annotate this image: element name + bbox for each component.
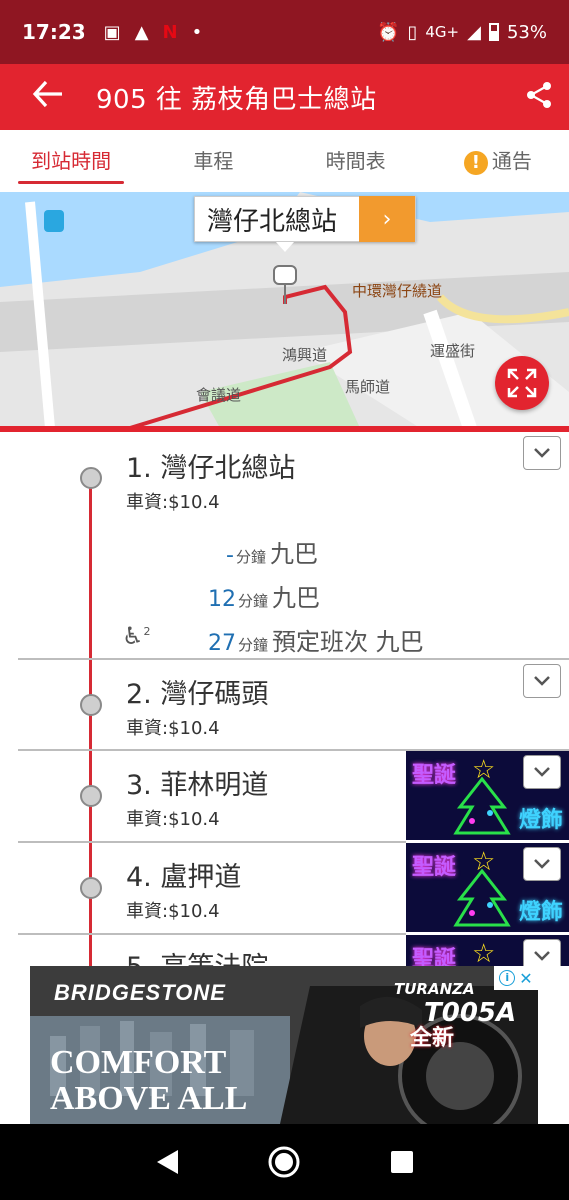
dot-icon: • [191, 21, 203, 43]
stop-item[interactable]: 1. 灣仔北總站 車資:$10.4 - 分鐘 九巴 12 分鐘 九巴 ♿2 27 分鐘 預定… [0, 432, 569, 660]
ad-brand: BRIDGESTONE [54, 980, 226, 1005]
eta-row: - 分鐘 九巴 [226, 534, 318, 569]
stop-dot [80, 694, 102, 716]
stop-fare: 車資:$10.4 [126, 718, 220, 739]
vibrate-icon: ▯ [407, 21, 418, 43]
eta-row: 27 分鐘 預定班次 九巴 [208, 622, 424, 657]
eta-operator: 九巴 [272, 584, 321, 612]
ad-text: 聖誕 [412, 947, 457, 966]
tab-label: 時間表 [325, 149, 386, 173]
adchoices-icon[interactable]: i ✕ [494, 966, 538, 990]
eta-operator: 九巴 [269, 540, 318, 568]
ad-new-tag: 全新 [410, 1026, 455, 1051]
chevron-down-icon[interactable] [523, 664, 561, 698]
page-title: 905 往 荔枝角巴士總站 [96, 84, 377, 115]
star-icon: ☆ [472, 939, 496, 966]
back-triangle-icon[interactable] [154, 1148, 180, 1176]
status-bar: 17:23 ▣ ▲ N • ⏰ ▯ 4G+ ◢ 53% [0, 0, 569, 64]
close-icon[interactable]: ✕ [519, 969, 532, 988]
navigation-bar [0, 1124, 569, 1200]
callout-pointer [276, 242, 294, 252]
christmas-tree-icon [453, 869, 511, 927]
signal-icon: ◢ [467, 21, 481, 43]
ad-text: 聖誕 [412, 763, 457, 788]
eta-minutes: 12 [208, 587, 236, 612]
eta-unit: 分鐘 [238, 636, 269, 654]
stop-item[interactable]: 3. 菲林明道 車資:$10.4 聖誕 ☆ 燈飾 [0, 751, 569, 841]
stop-callout[interactable]: 灣仔北總站 › [194, 196, 417, 242]
stop-dot [80, 877, 102, 899]
stop-name: 2. 灣仔碼頭 [126, 679, 269, 710]
alarm-icon: ⏰ [377, 21, 400, 43]
directions-icon[interactable]: › [359, 196, 416, 242]
stop-fare: 車資:$10.4 [126, 901, 220, 922]
ad-text: 燈飾 [518, 808, 563, 833]
info-icon[interactable]: i [499, 970, 516, 986]
map-label: 會議道 [196, 386, 242, 404]
stop-list[interactable]: 1. 灣仔北總站 車資:$10.4 - 分鐘 九巴 12 分鐘 九巴 ♿2 27 分鐘 預定… [0, 432, 569, 966]
battery-percent: 53% [506, 21, 547, 43]
ad-banner[interactable]: BRIDGESTONE COMFORT ABOVE ALL TURANZA T0… [0, 966, 569, 1124]
battery-icon [488, 23, 499, 41]
fullscreen-button[interactable] [495, 356, 549, 410]
ad-text: 燈飾 [518, 900, 563, 925]
stop-item[interactable]: 4. 盧押道 車資:$10.4 聖誕 ☆ 燈飾 [0, 843, 569, 933]
expand-icon [507, 368, 537, 398]
christmas-tree-icon [453, 777, 511, 835]
exclamation-icon: ! [463, 150, 488, 175]
stop-fare: 車資:$10.4 [126, 492, 220, 513]
map-label: 鴻興道 [282, 346, 328, 364]
tab-timetable[interactable]: 時間表 [285, 130, 427, 192]
stop-dot [80, 785, 102, 807]
stop-name: 3. 菲林明道 [126, 770, 269, 801]
network-type: 4G+ [425, 23, 460, 41]
arrow-left-icon[interactable] [0, 78, 96, 116]
stop-fare: 車資:$10.4 [126, 809, 220, 830]
stop-dot [80, 467, 102, 489]
stop-item[interactable]: 2. 灣仔碼頭 車資:$10.4 [0, 660, 569, 750]
stop-item[interactable]: 5. 高等法院 聖誕 ☆ [0, 935, 569, 966]
map-label: 中環灣仔繞道 [352, 282, 443, 300]
share-icon[interactable] [509, 81, 569, 113]
stop-name: 1. 灣仔北總站 [126, 453, 296, 484]
chevron-down-icon[interactable] [523, 939, 561, 966]
callout-stop-name: 灣仔北總站 [207, 206, 338, 237]
image-icon: ▣ [103, 21, 121, 43]
tab-label: 通告 [491, 149, 532, 173]
map-label: 馬師道 [345, 378, 391, 396]
ad-product: TURANZA [394, 980, 475, 998]
eta-minutes: 27 [208, 631, 236, 656]
recents-square-icon[interactable] [389, 1149, 415, 1175]
eta-minutes: - [226, 543, 234, 568]
ad-text: 聖誕 [412, 855, 457, 880]
netflix-icon: N [162, 21, 178, 43]
stop-name: 4. 盧押道 [126, 862, 242, 893]
tab-label: 到站時間 [31, 149, 112, 173]
wheelchair-icon: ♿2 [122, 622, 151, 650]
chevron-down-icon[interactable] [523, 847, 561, 881]
map-label: 運盛街 [430, 342, 476, 360]
alert-icon: ▲ [134, 21, 149, 43]
chevron-down-icon[interactable] [523, 436, 561, 470]
chevron-down-icon[interactable] [523, 755, 561, 789]
status-time: 17:23 [22, 20, 86, 44]
eta-row: 12 分鐘 九巴 [208, 578, 320, 613]
tab-label: 車程 [193, 149, 234, 173]
eta-operator: 預定班次 九巴 [272, 628, 424, 656]
eta-unit: 分鐘 [235, 548, 266, 566]
app-bar: 905 往 荔枝角巴士總站 [0, 64, 569, 130]
tab-bar: 到站時間 車程 時間表 ! 通告 [0, 130, 569, 192]
home-circle-icon[interactable] [267, 1145, 301, 1179]
ad-creative[interactable]: BRIDGESTONE COMFORT ABOVE ALL TURANZA T0… [30, 966, 538, 1124]
eta-unit: 分鐘 [238, 592, 269, 610]
ad-slogan: ABOVE ALL [50, 1080, 248, 1117]
tab-notice[interactable]: ! 通告 [427, 130, 569, 192]
ad-slogan: COMFORT [50, 1044, 227, 1081]
stop-name: 5. 高等法院 [126, 945, 268, 966]
tab-journey[interactable]: 車程 [142, 130, 284, 192]
tab-arrival-time[interactable]: 到站時間 [0, 130, 142, 192]
